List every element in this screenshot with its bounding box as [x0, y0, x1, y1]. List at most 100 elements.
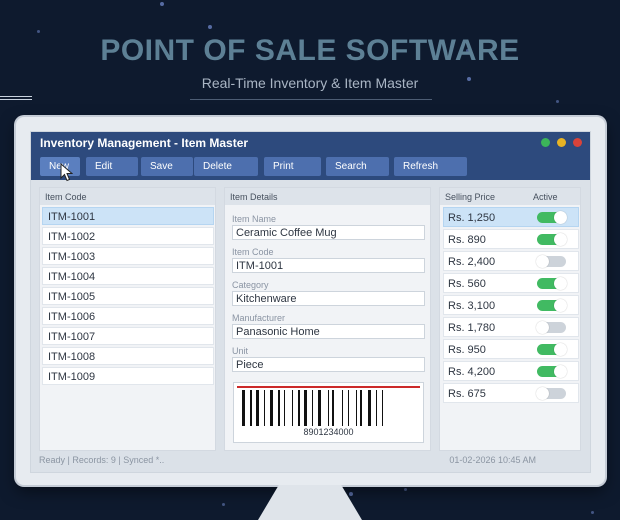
category-field[interactable]: Kitchenware — [232, 291, 425, 306]
price-value: Rs. 675 — [448, 388, 486, 400]
barcode-bars — [242, 390, 383, 426]
price-row[interactable]: Rs. 4,200 — [443, 361, 579, 381]
window-controls — [541, 138, 582, 147]
item-code-row[interactable]: ITM-1009 — [42, 367, 214, 385]
barcode-bar — [368, 390, 371, 426]
barcode-bar — [328, 390, 329, 426]
item-details-panel: Item Details Item Name Ceramic Coffee Mu… — [224, 187, 431, 451]
item-code-row[interactable]: ITM-1007 — [42, 327, 214, 345]
hero-subtitle: Real-Time Inventory & Item Master — [201, 75, 419, 91]
active-toggle[interactable] — [537, 277, 567, 290]
item-code-row[interactable]: ITM-1003 — [42, 247, 214, 265]
star-decoration — [37, 30, 40, 33]
print-button[interactable]: Print — [264, 157, 321, 176]
price-row[interactable]: Rs. 560 — [443, 273, 579, 293]
save-button[interactable]: Save — [141, 157, 193, 176]
price-value: Rs. 560 — [448, 278, 486, 290]
barcode-bar — [278, 390, 280, 426]
barcode-bar — [298, 390, 300, 426]
barcode-bar — [318, 390, 321, 426]
active-header: Active — [533, 192, 558, 202]
active-toggle[interactable] — [537, 299, 567, 312]
item-name-field[interactable]: Ceramic Coffee Mug — [232, 225, 425, 240]
selling-price-panel: Selling Price Active Rs. 1,250 Rs. 890 Rs.… — [439, 187, 581, 451]
toolbar: New Edit Save Delete Print Search Refres… — [31, 154, 590, 180]
barcode-bar — [356, 390, 357, 426]
price-row[interactable]: Rs. 1,250 — [443, 207, 579, 227]
price-value: Rs. 3,100 — [448, 300, 496, 312]
item-code-row[interactable]: ITM-1002 — [42, 227, 214, 245]
barcode-scan-line — [237, 386, 420, 388]
manufacturer-field[interactable]: Panasonic Home — [232, 324, 425, 339]
star-decoration — [222, 503, 225, 506]
barcode-bar — [242, 390, 245, 426]
barcode-bar — [382, 390, 383, 426]
barcode-bar — [304, 390, 307, 426]
price-row[interactable]: Rs. 2,400 — [443, 251, 579, 271]
window-title: Inventory Management - Item Master — [40, 136, 249, 150]
close-button[interactable] — [573, 138, 582, 147]
star-decoration — [349, 492, 353, 496]
unit-label: Unit — [232, 346, 249, 356]
app-window: Inventory Management - Item Master New E… — [30, 131, 591, 473]
item-code-label: Item Code — [232, 247, 274, 257]
status-text: Ready | Records: 9 | Synced *.. — [39, 455, 165, 465]
price-value: Rs. 1,250 — [448, 212, 496, 224]
active-toggle[interactable] — [537, 211, 567, 224]
item-name-label: Item Name — [232, 214, 277, 224]
barcode-number: 8901234000 — [303, 427, 354, 437]
item-code-row[interactable]: ITM-1004 — [42, 267, 214, 285]
item-code-field[interactable]: ITM-1001 — [232, 258, 425, 273]
price-value: Rs. 2,400 — [448, 256, 496, 268]
price-row[interactable]: Rs. 1,780 — [443, 317, 579, 337]
price-value: Rs. 1,780 — [448, 322, 496, 334]
active-toggle[interactable] — [537, 343, 567, 356]
star-decoration — [404, 488, 407, 491]
minimize-button[interactable] — [557, 138, 566, 147]
price-row[interactable]: Rs. 950 — [443, 339, 579, 359]
price-list: Rs. 1,250 Rs. 890 Rs. 2,400 Rs. 560 Rs. 3,10… — [440, 207, 580, 403]
barcode-bar — [292, 390, 293, 426]
barcode-bar — [332, 390, 334, 426]
delete-button[interactable]: Delete — [194, 157, 258, 176]
refresh-button[interactable]: Refresh — [394, 157, 467, 176]
active-toggle[interactable] — [536, 387, 566, 400]
mouse-cursor-icon — [60, 163, 73, 182]
star-decoration — [591, 511, 594, 514]
maximize-button[interactable] — [541, 138, 550, 147]
category-label: Category — [232, 280, 269, 290]
edit-button[interactable]: Edit — [86, 157, 138, 176]
barcode-bar — [348, 390, 349, 426]
item-code-panel: Item Code ITM-1001 ITM-1002 ITM-1003 ITM-10… — [39, 187, 216, 451]
barcode-bar — [360, 390, 362, 426]
active-toggle[interactable] — [537, 365, 567, 378]
price-row[interactable]: Rs. 3,100 — [443, 295, 579, 315]
item-code-list: ITM-1001 ITM-1002 ITM-1003 ITM-1004 ITM-1005… — [40, 207, 215, 385]
price-value: Rs. 890 — [448, 234, 486, 246]
price-row[interactable]: Rs. 675 — [443, 383, 579, 403]
search-button[interactable]: Search — [326, 157, 389, 176]
barcode-bar — [312, 390, 313, 426]
item-code-row[interactable]: ITM-1001 — [42, 207, 214, 225]
barcode-bar — [250, 390, 252, 426]
window-titlebar: Inventory Management - Item Master — [31, 132, 590, 154]
price-row[interactable]: Rs. 890 — [443, 229, 579, 249]
barcode-bar — [342, 390, 343, 426]
unit-field[interactable]: Piece — [232, 357, 425, 372]
barcode-bar — [376, 390, 377, 426]
item-code-row[interactable]: ITM-1006 — [42, 307, 214, 325]
price-value: Rs. 950 — [448, 344, 486, 356]
decorative-lines — [0, 96, 32, 102]
price-header: Selling Price Active — [440, 188, 580, 205]
item-code-row[interactable]: ITM-1008 — [42, 347, 214, 365]
status-datetime: 01-02-2026 10:45 AM — [449, 455, 536, 465]
item-code-row[interactable]: ITM-1005 — [42, 287, 214, 305]
active-toggle[interactable] — [536, 255, 566, 268]
selling-price-header: Selling Price — [445, 192, 496, 202]
status-bar: Ready | Records: 9 | Synced *.. 01-02-20… — [31, 452, 590, 472]
active-toggle[interactable] — [537, 233, 567, 246]
subtitle-divider — [190, 99, 432, 100]
barcode-bar — [264, 390, 265, 426]
active-toggle[interactable] — [536, 321, 566, 334]
monitor-stand — [258, 485, 362, 520]
